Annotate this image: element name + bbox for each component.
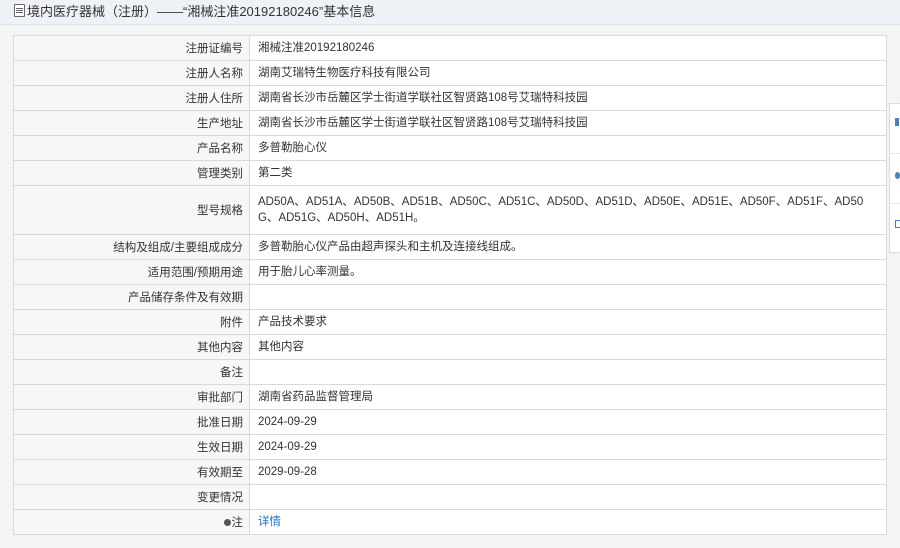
row-value: 产品技术要求 xyxy=(249,309,887,335)
row-value: 湖南省长沙市岳麓区学士街道学联社区智贤路108号艾瑞特科技园 xyxy=(249,110,887,136)
detail-table: 注册证编号 湘械注准20192180246 注册人名称 湖南艾瑞特生物医疗科技有限公… xyxy=(13,35,887,535)
table-row: 注 详情 xyxy=(13,509,887,535)
row-value xyxy=(249,484,887,510)
table-row: 结构及组成/主要组成成分 多普勒胎心仪产品由超声探头和主机及连接线组成。 xyxy=(13,234,887,260)
table-row: 有效期至 2029-09-28 xyxy=(13,459,887,485)
row-label: 产品名称 xyxy=(13,135,250,161)
row-label: 有效期至 xyxy=(13,459,250,485)
row-value: 其他内容 xyxy=(249,334,887,360)
row-value: 湖南省长沙市岳麓区学士街道学联社区智贤路108号艾瑞特科技园 xyxy=(249,85,887,111)
row-label: 批准日期 xyxy=(13,409,250,435)
details-link[interactable]: 详情 xyxy=(258,516,281,528)
table-row: 适用范围/预期用途 用于胎儿心率测量。 xyxy=(13,259,887,285)
pin-icon xyxy=(223,519,231,526)
row-label: 产品储存条件及有效期 xyxy=(13,284,250,310)
row-value: 第二类 xyxy=(249,160,887,186)
row-label: 生产地址 xyxy=(13,110,250,136)
row-value xyxy=(249,284,887,310)
row-value: 2024-09-29 xyxy=(249,434,887,460)
row-label: 适用范围/预期用途 xyxy=(13,259,250,285)
side-tab-1[interactable] xyxy=(890,104,900,154)
table-row: 注册证编号 湘械注准20192180246 xyxy=(13,35,887,61)
row-label: 注册证编号 xyxy=(13,35,250,61)
table-row: 变更情况 xyxy=(13,484,887,510)
row-value: 湖南省药品监督管理局 xyxy=(249,384,887,410)
detail-table-container: 注册证编号 湘械注准20192180246 注册人名称 湖南艾瑞特生物医疗科技有限公… xyxy=(13,35,887,535)
row-label: 变更情况 xyxy=(13,484,250,510)
table-row: 产品名称 多普勒胎心仪 xyxy=(13,135,887,161)
table-row: 产品储存条件及有效期 xyxy=(13,284,887,310)
row-value: 用于胎儿心率测量。 xyxy=(249,259,887,285)
table-row: 管理类别 第二类 xyxy=(13,160,887,186)
row-label: 型号规格 xyxy=(13,185,250,235)
row-label: 备注 xyxy=(13,359,250,385)
row-value: AD50A、AD51A、AD50B、AD51B、AD50C、AD51C、AD50… xyxy=(249,185,887,235)
row-label: 结构及组成/主要组成成分 xyxy=(13,234,250,260)
row-value xyxy=(249,359,887,385)
table-row: 其他内容 其他内容 xyxy=(13,334,887,360)
row-label: 审批部门 xyxy=(13,384,250,410)
table-row: 型号规格 AD50A、AD51A、AD50B、AD51B、AD50C、AD51C、… xyxy=(13,185,887,235)
document-icon xyxy=(14,4,25,17)
row-label: 注册人名称 xyxy=(13,60,250,86)
row-value: 2024-09-29 xyxy=(249,409,887,435)
page-title: 境内医疗器械（注册）——“湘械注准20192180246”基本信息 xyxy=(27,4,376,19)
page-title-bar: 境内医疗器械（注册）——“湘械注准20192180246”基本信息 xyxy=(0,0,900,25)
row-value: 多普勒胎心仪产品由超声探头和主机及连接线组成。 xyxy=(249,234,887,260)
row-label: 管理类别 xyxy=(13,160,250,186)
side-tab-3[interactable] xyxy=(890,204,900,253)
side-toolbar xyxy=(889,103,900,253)
row-label: 生效日期 xyxy=(13,434,250,460)
table-row: 注册人名称 湖南艾瑞特生物医疗科技有限公司 xyxy=(13,60,887,86)
row-label: 附件 xyxy=(13,309,250,335)
table-row: 审批部门 湖南省药品监督管理局 xyxy=(13,384,887,410)
table-row: 附件 产品技术要求 xyxy=(13,309,887,335)
row-label-note: 注 xyxy=(13,509,250,535)
row-label: 注册人住所 xyxy=(13,85,250,111)
table-row: 备注 xyxy=(13,359,887,385)
table-row: 批准日期 2024-09-29 xyxy=(13,409,887,435)
row-label: 其他内容 xyxy=(13,334,250,360)
side-tab-2[interactable] xyxy=(890,154,900,204)
row-value-note: 详情 xyxy=(249,509,887,535)
table-row: 生效日期 2024-09-29 xyxy=(13,434,887,460)
table-row: 生产地址 湖南省长沙市岳麓区学士街道学联社区智贤路108号艾瑞特科技园 xyxy=(13,110,887,136)
row-value: 2029-09-28 xyxy=(249,459,887,485)
row-value: 多普勒胎心仪 xyxy=(249,135,887,161)
row-value: 湘械注准20192180246 xyxy=(249,35,887,61)
note-label: 注 xyxy=(231,517,244,529)
table-row: 注册人住所 湖南省长沙市岳麓区学士街道学联社区智贤路108号艾瑞特科技园 xyxy=(13,85,887,111)
row-value: 湖南艾瑞特生物医疗科技有限公司 xyxy=(249,60,887,86)
